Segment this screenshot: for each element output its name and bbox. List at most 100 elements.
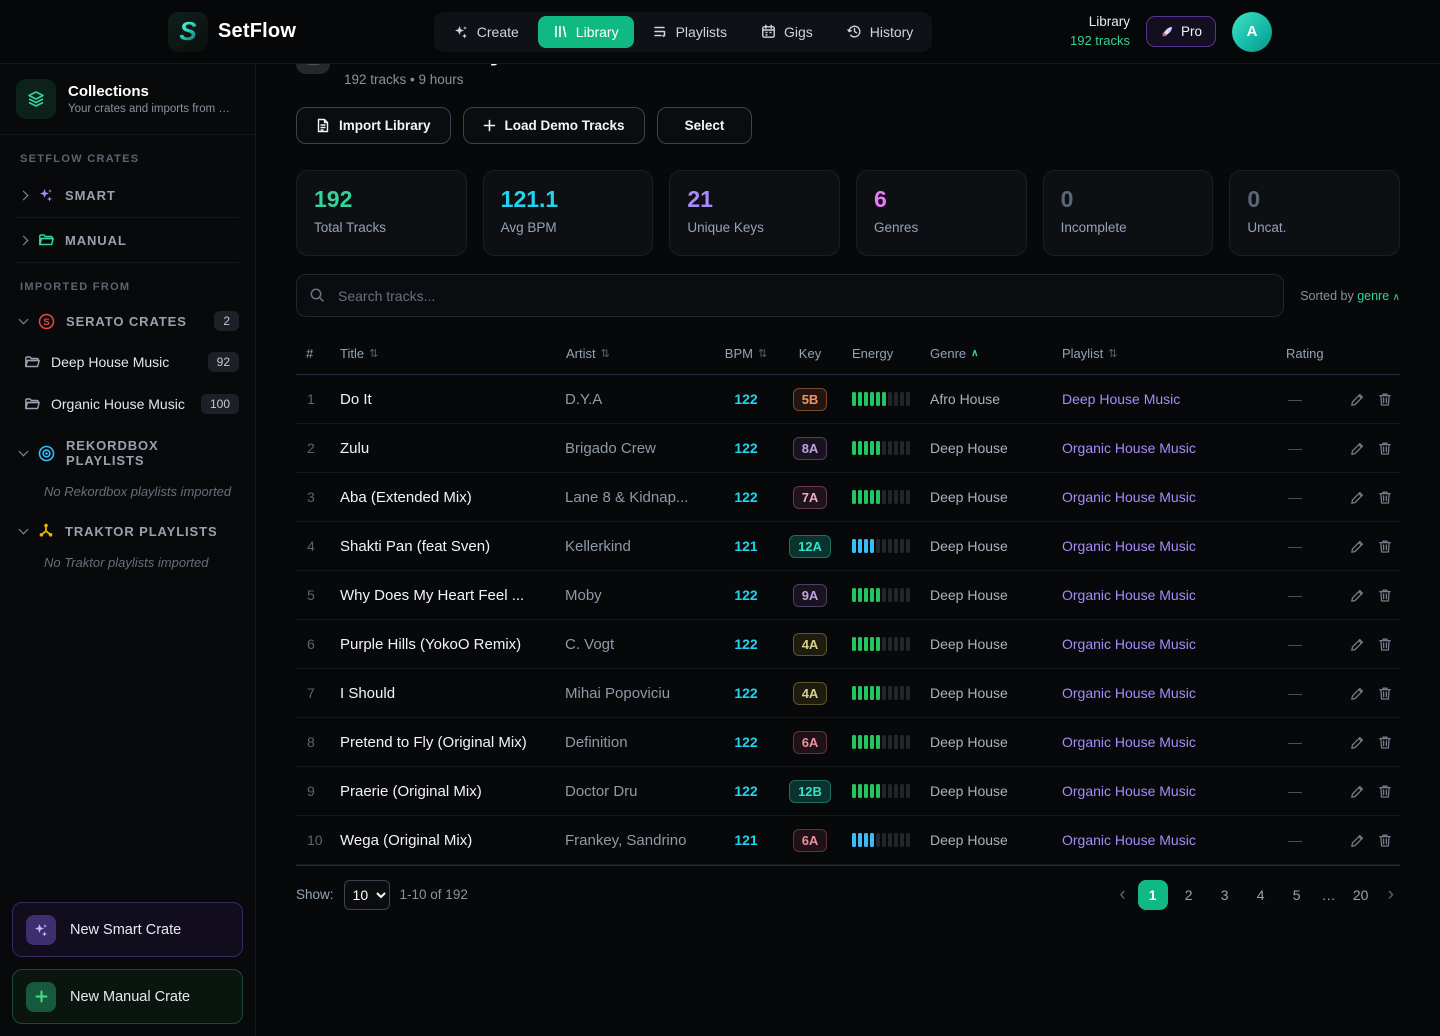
track-playlist-link[interactable]: Deep House Music	[1052, 391, 1276, 407]
sidebar-crate-organic-house-music[interactable]: Organic House Music100	[0, 383, 255, 425]
import-library-label: Import Library	[339, 118, 431, 133]
next-page-button[interactable]: ›	[1382, 884, 1400, 906]
file-icon	[316, 118, 330, 133]
delete-track-button[interactable]	[1378, 539, 1392, 554]
sidebar-item-rekordbox[interactable]: REKORDBOX PLAYLISTS	[0, 425, 255, 478]
table-row[interactable]: 1Do ItD.Y.A1225BAfro HouseDeep House Mus…	[296, 375, 1400, 424]
table-row[interactable]: 5Why Does My Heart Feel ...Moby1229ADeep…	[296, 571, 1400, 620]
track-playlist-link[interactable]: Organic House Music	[1052, 440, 1276, 456]
track-playlist-link[interactable]: Organic House Music	[1052, 489, 1276, 505]
search-input[interactable]	[296, 274, 1284, 317]
delete-track-button[interactable]	[1378, 490, 1392, 505]
row-actions	[1350, 539, 1406, 554]
track-playlist-link[interactable]: Organic House Music	[1052, 783, 1276, 799]
edit-track-button[interactable]	[1350, 686, 1365, 701]
column-header-playlist[interactable]: Playlist⇅	[1052, 346, 1276, 361]
nav-item-create[interactable]: Create	[438, 16, 534, 48]
page-button-1[interactable]: 1	[1138, 880, 1168, 910]
table-row[interactable]: 2ZuluBrigado Crew1228ADeep HouseOrganic …	[296, 424, 1400, 473]
track-playlist-link[interactable]: Organic House Music	[1052, 538, 1276, 554]
delete-track-button[interactable]	[1378, 686, 1392, 701]
delete-track-button[interactable]	[1378, 637, 1392, 652]
page-button-20[interactable]: 20	[1346, 880, 1376, 910]
track-title: Praerie (Original Mix)	[330, 783, 556, 800]
nav-item-label: Gigs	[784, 24, 813, 40]
stat-card-total-tracks: 192Total Tracks	[296, 170, 467, 256]
energy-meter	[842, 490, 920, 504]
edit-track-button[interactable]	[1350, 735, 1365, 750]
page-button-3[interactable]: 3	[1210, 880, 1240, 910]
table-row[interactable]: 6Purple Hills (YokoO Remix)C. Vogt1224AD…	[296, 620, 1400, 669]
track-bpm: 122	[714, 391, 778, 407]
pro-badge[interactable]: Pro	[1146, 16, 1216, 47]
new-manual-crate-button[interactable]: New Manual Crate	[12, 969, 243, 1024]
sidebar-crate-deep-house-music[interactable]: Deep House Music92	[0, 341, 255, 383]
avatar[interactable]: A	[1232, 12, 1272, 52]
page-button-2[interactable]: 2	[1174, 880, 1204, 910]
delete-track-button[interactable]	[1378, 441, 1392, 456]
edit-track-button[interactable]	[1350, 539, 1365, 554]
edit-track-button[interactable]	[1350, 490, 1365, 505]
track-playlist-link[interactable]: Organic House Music	[1052, 587, 1276, 603]
nav-item-playlists[interactable]: Playlists	[638, 16, 742, 48]
track-playlist-link[interactable]: Organic House Music	[1052, 832, 1276, 848]
delete-track-button[interactable]	[1378, 392, 1392, 407]
track-playlist-link[interactable]: Organic House Music	[1052, 636, 1276, 652]
edit-track-button[interactable]	[1350, 637, 1365, 652]
select-button[interactable]: Select	[657, 107, 753, 144]
delete-track-button[interactable]	[1378, 735, 1392, 750]
nav-item-history[interactable]: History	[832, 16, 929, 48]
new-smart-crate-button[interactable]: New Smart Crate	[12, 902, 243, 957]
nav-item-label: Library	[576, 24, 619, 40]
track-genre: Deep House	[920, 734, 1052, 750]
track-rating: —	[1276, 832, 1350, 848]
delete-track-button[interactable]	[1378, 833, 1392, 848]
edit-track-button[interactable]	[1350, 392, 1365, 407]
edit-track-button[interactable]	[1350, 833, 1365, 848]
trash-icon	[1378, 539, 1392, 554]
load-demo-tracks-button[interactable]: Load Demo Tracks	[463, 107, 645, 144]
delete-track-button[interactable]	[1378, 588, 1392, 603]
sort-icon: ⇅	[369, 347, 378, 360]
table-row[interactable]: 4Shakti Pan (feat Sven)Kellerkind12112AD…	[296, 522, 1400, 571]
sorted-by[interactable]: Sorted by genre ∧	[1300, 289, 1400, 303]
sidebar-item-smart[interactable]: SMART	[0, 173, 255, 217]
track-key: 6A	[778, 731, 842, 754]
pagination-ellipsis: …	[1318, 887, 1340, 903]
delete-track-button[interactable]	[1378, 784, 1392, 799]
key-badge: 12A	[789, 535, 831, 558]
edit-track-button[interactable]	[1350, 784, 1365, 799]
table-row[interactable]: 9Praerie (Original Mix)Doctor Dru12212BD…	[296, 767, 1400, 816]
sidebar-item-manual[interactable]: MANUAL	[0, 218, 255, 262]
column-header-bpm[interactable]: BPM⇅	[714, 346, 778, 361]
trash-icon	[1378, 392, 1392, 407]
page-button-5[interactable]: 5	[1282, 880, 1312, 910]
import-library-button[interactable]: Import Library	[296, 107, 451, 144]
edit-track-button[interactable]	[1350, 441, 1365, 456]
column-header-title[interactable]: Title⇅	[330, 346, 556, 361]
nav-item-library[interactable]: Library	[538, 16, 634, 48]
track-playlist-link[interactable]: Organic House Music	[1052, 734, 1276, 750]
prev-page-button[interactable]: ‹	[1113, 884, 1131, 906]
page-button-4[interactable]: 4	[1246, 880, 1276, 910]
column-header-genre[interactable]: Genre∧	[920, 346, 1052, 361]
edit-track-button[interactable]	[1350, 588, 1365, 603]
chevron-down-icon	[19, 447, 29, 457]
page-size-select[interactable]: 10	[344, 880, 390, 910]
crate-name: Organic House Music	[51, 396, 185, 412]
track-rating: —	[1276, 734, 1350, 750]
nav-item-gigs[interactable]: Gigs	[746, 16, 828, 48]
table-row[interactable]: 8Pretend to Fly (Original Mix)Definition…	[296, 718, 1400, 767]
svg-text:S: S	[43, 317, 49, 328]
column-header-artist[interactable]: Artist⇅	[556, 346, 714, 361]
table-row[interactable]: 7I ShouldMihai Popoviciu1224ADeep HouseO…	[296, 669, 1400, 718]
table-row[interactable]: 3Aba (Extended Mix)Lane 8 & Kidnap...122…	[296, 473, 1400, 522]
stat-value: 0	[1247, 186, 1382, 213]
key-badge: 5B	[793, 388, 828, 411]
table-row[interactable]: 10Wega (Original Mix)Frankey, Sandrino12…	[296, 816, 1400, 865]
sidebar-item-serato[interactable]: S SERATO CRATES 2	[0, 301, 255, 341]
sidebar-item-traktor[interactable]: TRAKTOR PLAYLISTS	[0, 513, 255, 549]
sort-icon: ⇅	[601, 347, 610, 360]
layers-icon	[16, 79, 56, 119]
track-playlist-link[interactable]: Organic House Music	[1052, 685, 1276, 701]
